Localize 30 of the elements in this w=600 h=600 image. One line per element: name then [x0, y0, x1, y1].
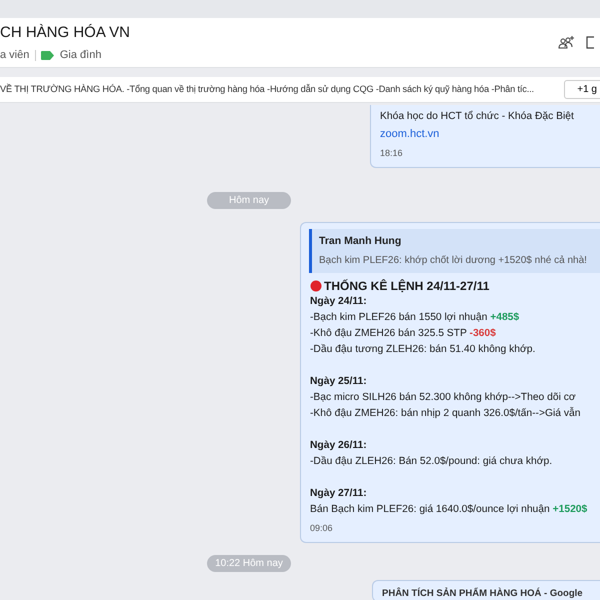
message-line: -Bạc micro SILH26 bán 52.300 không khớp-->Theo dõi cơ	[310, 391, 577, 406]
message-line: -Dầu đậu tương ZLEH26: bán 51.40 không khớp.	[310, 343, 536, 358]
tag-icon[interactable]	[41, 50, 54, 60]
message-title: PHÂN TÍCH SẢN PHẨM HÀNG HOÁ - Google	[382, 586, 584, 600]
day-heading: Ngày 27/11:	[310, 487, 368, 502]
message-line: -Dầu đậu ZLEH26: Bán 52.0$/pound: giá chưa khớp.	[310, 455, 554, 470]
message-line: -Bạch kim PLEF26 bán 1550 lợi nhuận +485$	[310, 311, 520, 326]
message-line: -Khô đậu ZMEH26 bán 325.5 STP -360$	[310, 327, 497, 342]
date-separator: 10:22 Hôm nay	[207, 554, 291, 572]
message-line: Khóa học do HCT tổ chức - Khóa Đặc Biệt	[380, 110, 575, 124]
quote-author: Tran Manh Hung	[319, 234, 402, 248]
group-title: CH HÀNG HÓA VN	[0, 22, 130, 43]
more-pinned-button[interactable]: +1 g	[564, 80, 600, 99]
add-member-icon[interactable]	[558, 36, 575, 49]
quote-text: Bạch kim PLEF26: khớp chốt lời dương +1520$ nhé cả nhà!	[319, 254, 588, 268]
message-title: THỐNG KÊ LỆNH 24/11-27/11	[324, 278, 490, 294]
member-count[interactable]: a viên	[0, 46, 30, 64]
day-heading: Ngày 25/11:	[310, 375, 368, 390]
day-heading: Ngày 24/11:	[310, 295, 368, 310]
circle-icon	[310, 280, 322, 292]
panel-icon[interactable]	[586, 36, 594, 49]
tag-label[interactable]: Gia đình	[60, 46, 102, 64]
message-time: 18:16	[380, 147, 404, 160]
message-line: Bán Bạch kim PLEF26: giá 1640.0$/ounce lợi nhuận +1520$	[310, 503, 588, 518]
link[interactable]: zoom.hct.vn	[380, 125, 600, 143]
message-time: 09:06	[310, 522, 334, 536]
date-separator: Hôm nay	[207, 192, 291, 208]
pinned-message[interactable]: VỀ THỊ TRƯỜNG HÀNG HÓA. -Tổng quan về thị trường hàng hóa -Hướng dẫn sử dụng CQG -Danh sách ký quỹ hàng hóa -Phân tíc...	[0, 82, 534, 96]
message-line: -Khô đậu ZMEH26: bán nhịp 2 quanh 326.0$/tấn-->Giá vẫn	[310, 406, 582, 422]
day-heading: Ngày 26/11:	[310, 439, 368, 454]
